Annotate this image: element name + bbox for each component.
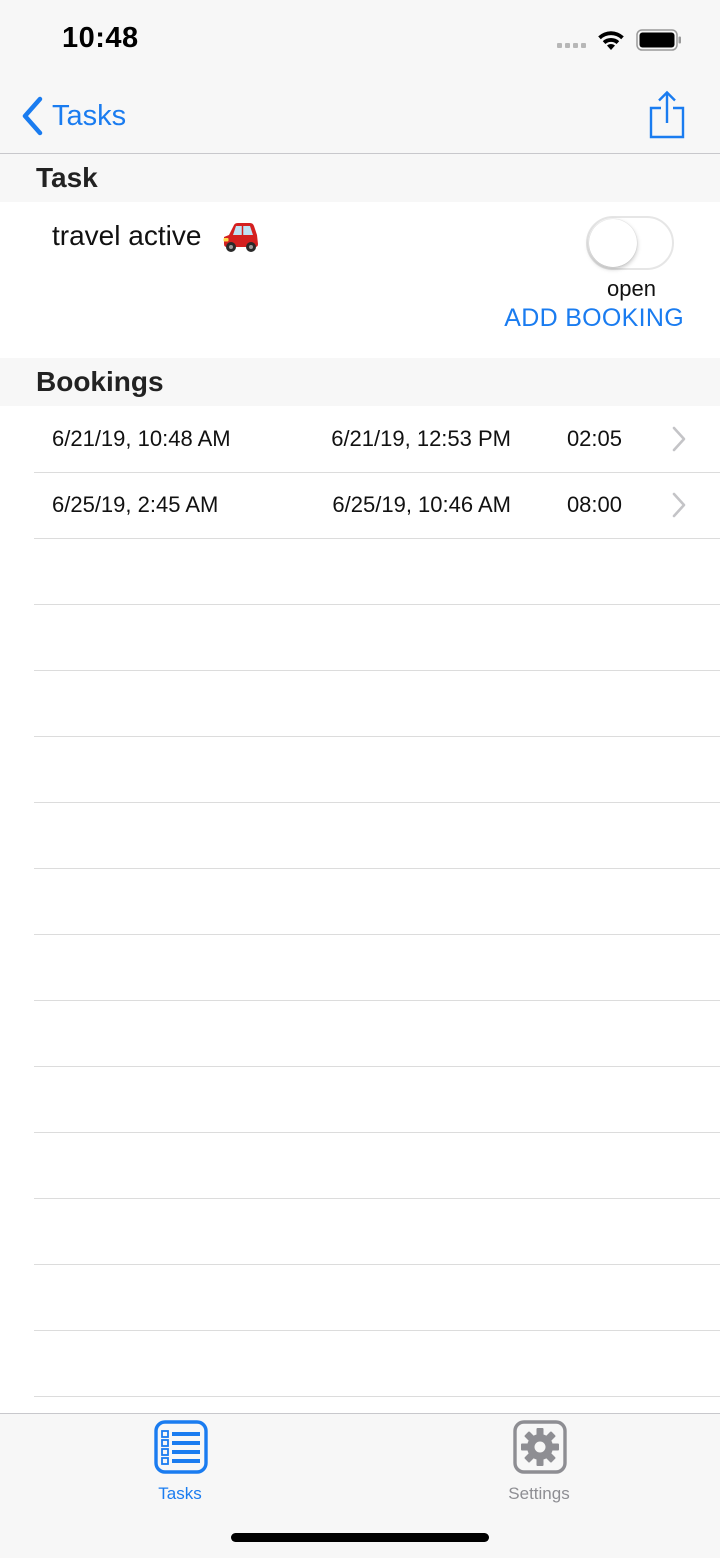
back-label: Tasks	[52, 99, 127, 132]
row-separator	[34, 1066, 720, 1067]
booking-start: 6/25/19, 2:45 AM	[52, 492, 219, 517]
tab-tasks-label: Tasks	[158, 1484, 202, 1503]
row-separator	[34, 1330, 720, 1331]
status-time: 10:48	[62, 22, 139, 54]
back-button[interactable]: Tasks	[20, 94, 126, 138]
list-icon	[154, 1420, 208, 1474]
tab-tasks[interactable]: Tasks	[110, 1420, 250, 1503]
battery-icon	[636, 29, 681, 51]
row-separator	[34, 670, 720, 671]
bookings-section-title: Bookings	[36, 366, 164, 397]
chevron-right-icon	[672, 426, 686, 452]
booking-row[interactable]: 6/21/19, 10:48 AM 6/21/19, 12:53 PM 02:0…	[0, 406, 720, 472]
task-status: open	[607, 276, 656, 301]
row-separator	[34, 1396, 720, 1397]
booking-end: 6/25/19, 10:46 AM	[332, 492, 511, 517]
chevron-left-icon	[22, 96, 43, 136]
task-name: travel active	[52, 220, 202, 251]
screen: 10:48 Tasks Task travel active open ADD …	[0, 0, 720, 1558]
top-bar: 10:48 Tasks	[0, 0, 720, 154]
car-icon	[223, 223, 258, 252]
row-separator	[34, 1132, 720, 1133]
row-separator	[34, 802, 720, 803]
row-separator	[34, 736, 720, 737]
home-indicator	[231, 1533, 489, 1542]
row-separator	[34, 1264, 720, 1265]
task-active-toggle[interactable]	[586, 216, 674, 270]
row-separator	[34, 1198, 720, 1199]
booking-end: 6/21/19, 12:53 PM	[331, 426, 511, 451]
wifi-icon	[598, 31, 624, 50]
tab-settings-label: Settings	[508, 1484, 570, 1503]
row-separator	[34, 868, 720, 869]
booking-row[interactable]: 6/25/19, 2:45 AM 6/25/19, 10:46 AM 08:00	[0, 472, 720, 538]
row-separator	[34, 604, 720, 605]
tab-settings[interactable]: Settings	[469, 1420, 609, 1503]
row-separator	[34, 934, 720, 935]
row-separator	[34, 1000, 720, 1001]
toggle-knob	[589, 219, 637, 267]
task-section-title: Task	[36, 162, 98, 193]
cellular-signal-icon	[557, 42, 586, 48]
booking-duration: 08:00	[566, 492, 622, 517]
booking-start: 6/21/19, 10:48 AM	[52, 426, 231, 451]
bookings-section-header: Bookings	[0, 358, 720, 406]
row-separator	[34, 538, 720, 539]
share-icon[interactable]	[648, 90, 686, 140]
chevron-right-icon	[672, 492, 686, 518]
booking-duration: 02:05	[566, 426, 622, 451]
task-panel: travel active open ADD BOOKING	[0, 202, 720, 357]
status-icons	[557, 26, 682, 54]
gear-icon	[513, 1420, 567, 1474]
add-booking-button[interactable]: ADD BOOKING	[504, 304, 684, 333]
task-section-header: Task	[0, 154, 720, 202]
